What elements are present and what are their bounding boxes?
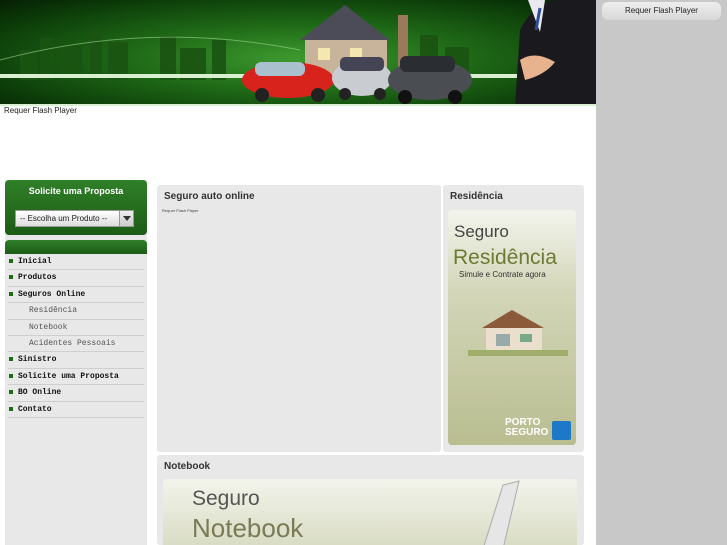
notebook-ad-banner[interactable]: Seguro Notebook [163, 479, 577, 545]
flash-required-notice: Requer Flash Player [602, 2, 721, 20]
bullet-icon [9, 275, 13, 280]
menu-item-solicite-proposta[interactable]: Solicite uma Proposta [8, 369, 144, 386]
menu-item-label: Seguros Online [18, 289, 86, 299]
menu-item-label: Residência [29, 306, 78, 316]
house-illustration [468, 310, 568, 356]
menu-item-label: Sinistro [18, 355, 57, 365]
flash-required-notice: Requer Flash Player [162, 208, 199, 213]
menu-item-produtos[interactable]: Produtos [8, 270, 144, 287]
menu-item-seguros-online[interactable]: Seguros Online [8, 287, 144, 304]
residencia-ad-banner[interactable]: Seguro Residência Simule e Contrate agor… [448, 210, 576, 445]
menu-item-inicial[interactable]: Inicial [8, 254, 144, 271]
right-sidebar: Requer Flash Player [596, 0, 727, 545]
laptop-illustration [483, 480, 520, 545]
bullet-icon [9, 406, 13, 411]
main-page: Requer Flash Player Solicite uma Propost… [0, 0, 596, 545]
flash-required-notice: Requer Flash Player [4, 106, 77, 115]
bullet-icon [9, 291, 13, 296]
bullet-icon [9, 357, 13, 362]
auto-online-panel: Seguro auto online Requer Flash Player [157, 185, 441, 452]
product-select[interactable]: -- Escolha um Produto -- [15, 210, 121, 227]
menu-item-bo-online[interactable]: BO Online [8, 385, 144, 402]
header-banner [0, 0, 596, 106]
menu-item-contato[interactable]: Contato [8, 402, 144, 418]
submenu-item-residencia[interactable]: Residência [8, 303, 144, 320]
porto-seguro-logo: PORTO SEGURO [505, 417, 549, 438]
menu-item-label: Inicial [18, 257, 52, 266]
bullet-icon [9, 373, 13, 378]
menu-item-sinistro[interactable]: Sinistro [8, 352, 144, 369]
menu-header [5, 240, 147, 254]
menu-item-label: Acidentes Pessoais [29, 338, 116, 348]
bullet-icon [9, 390, 13, 395]
product-select-dropdown-button[interactable] [119, 210, 134, 227]
menu-item-label: Solicite uma Proposta [18, 371, 119, 381]
menu-item-label: BO Online [18, 388, 62, 398]
menu-item-label: Notebook [29, 322, 68, 332]
banner-illustration [0, 0, 596, 106]
porto-seguro-logo-icon [552, 421, 571, 440]
residencia-panel: Residência Seguro Residência Simule e Co… [443, 185, 584, 452]
notebook-title: Notebook [164, 461, 211, 472]
menu-item-label: Produtos [18, 273, 57, 283]
chevron-down-icon [123, 216, 131, 221]
sidebar-menu: Inicial Produtos Seguros Online Residênc… [8, 254, 144, 418]
residencia-title: Residência [450, 191, 503, 202]
menu-item-label: Contato [18, 404, 52, 414]
submenu-item-acidentes-pessoais[interactable]: Acidentes Pessoais [8, 336, 144, 353]
auto-online-title: Seguro auto online [164, 191, 255, 202]
proposal-box: Solicite uma Proposta -- Escolha um Prod… [5, 180, 147, 235]
proposal-title: Solicite uma Proposta [28, 186, 124, 196]
submenu-item-notebook[interactable]: Notebook [8, 320, 144, 336]
notebook-panel: Notebook Seguro Notebook [157, 455, 584, 545]
bullet-icon [9, 259, 13, 263]
